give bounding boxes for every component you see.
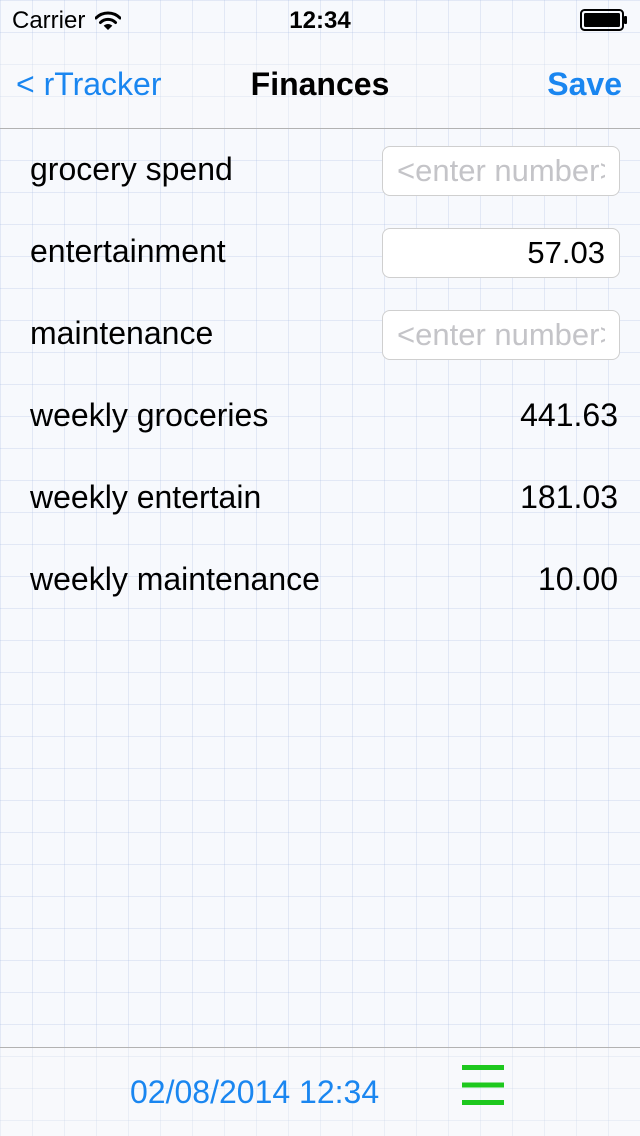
bottom-toolbar: 02/08/2014 12:34 bbox=[0, 1047, 640, 1136]
row-label: weekly maintenance bbox=[30, 561, 320, 597]
row-maintenance: maintenance bbox=[0, 293, 640, 375]
maintenance-input[interactable] bbox=[382, 310, 620, 360]
status-time: 12:34 bbox=[289, 7, 351, 34]
save-button[interactable]: Save bbox=[547, 66, 622, 103]
computed-value: 10.00 bbox=[537, 561, 618, 597]
status-bar: Carrier 12:34 bbox=[0, 0, 640, 40]
hamburger-menu-icon[interactable] bbox=[462, 1064, 504, 1106]
navigation-bar: < rTracker Finances Save bbox=[0, 40, 640, 129]
battery-full-icon bbox=[580, 9, 627, 31]
date-button[interactable]: 02/08/2014 12:34 bbox=[130, 1074, 379, 1111]
row-entertainment: entertainment bbox=[0, 211, 640, 293]
row-grocery-spend: grocery spend bbox=[0, 129, 640, 211]
computed-value: 441.63 bbox=[520, 397, 618, 433]
grocery-spend-input[interactable] bbox=[382, 146, 620, 196]
row-weekly-maintenance: weekly maintenance 10.00 bbox=[0, 539, 640, 621]
row-weekly-groceries: weekly groceries 441.63 bbox=[0, 375, 640, 457]
row-label: weekly groceries bbox=[30, 397, 269, 433]
row-label: maintenance bbox=[30, 315, 214, 351]
entertainment-input[interactable] bbox=[382, 228, 620, 278]
computed-value: 181.03 bbox=[520, 479, 618, 515]
row-weekly-entertain: weekly entertain 181.03 bbox=[0, 457, 640, 539]
back-button[interactable]: < rTracker bbox=[16, 66, 162, 103]
row-label: grocery spend bbox=[30, 151, 233, 187]
row-label: entertainment bbox=[30, 233, 226, 269]
tracker-value-list: grocery spend entertainment maintenance … bbox=[0, 129, 640, 621]
row-label: weekly entertain bbox=[30, 479, 262, 515]
